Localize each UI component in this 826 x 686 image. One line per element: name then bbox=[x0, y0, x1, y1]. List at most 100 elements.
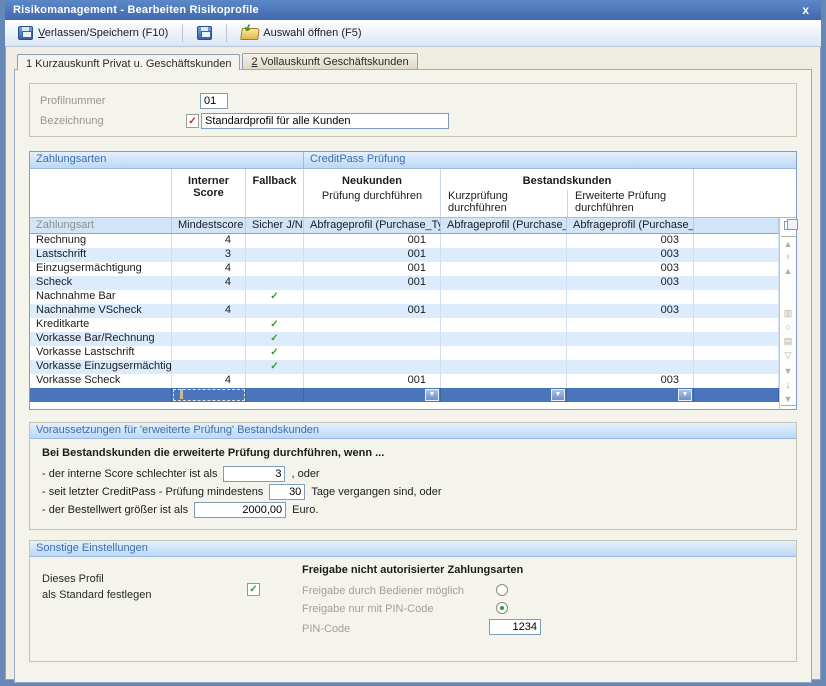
cell-sicher-jn[interactable] bbox=[246, 262, 304, 276]
cell-abfrage-neu[interactable] bbox=[304, 290, 441, 304]
cell-abfrage-neu[interactable] bbox=[304, 332, 441, 346]
move-down-icon[interactable]: ↓ bbox=[781, 378, 796, 392]
cell-abfrage-kurz[interactable] bbox=[441, 234, 567, 248]
cell-abfrage-neu[interactable]: 001 bbox=[304, 304, 441, 318]
cell-zahlungsart[interactable]: Einzugsermächtigung bbox=[30, 262, 172, 276]
cell-sicher-jn[interactable]: ✓ bbox=[246, 290, 304, 304]
cell-abfrage-erw[interactable]: 003 bbox=[567, 234, 694, 248]
cell-abfrage-kurz[interactable]: ▼ bbox=[441, 388, 567, 402]
cell-mindestscore[interactable] bbox=[172, 360, 246, 374]
cell-zahlungsart[interactable]: Vorkasse Scheck bbox=[30, 374, 172, 388]
cell-filler[interactable] bbox=[694, 318, 779, 332]
cell-mindestscore[interactable] bbox=[172, 318, 246, 332]
cell-abfrage-kurz[interactable] bbox=[441, 248, 567, 262]
cell-mindestscore[interactable] bbox=[172, 388, 246, 402]
cell-zahlungsart[interactable]: Nachnahme VScheck bbox=[30, 304, 172, 318]
cell-abfrage-erw[interactable] bbox=[567, 332, 694, 346]
cell-zahlungsart[interactable] bbox=[30, 388, 172, 402]
option-bediener-radio[interactable] bbox=[496, 584, 508, 596]
cell-abfrage-kurz[interactable] bbox=[441, 360, 567, 374]
cell-filler[interactable] bbox=[694, 248, 779, 262]
cell-filler[interactable] bbox=[694, 346, 779, 360]
cell-filler[interactable] bbox=[694, 234, 779, 248]
cell-abfrage-kurz[interactable] bbox=[441, 318, 567, 332]
copy-icon[interactable] bbox=[784, 221, 793, 230]
default-profile-checkbox[interactable]: ✓ bbox=[247, 583, 260, 596]
dropdown-button[interactable]: ▼ bbox=[551, 389, 565, 401]
table-row[interactable]: Nachnahme Bar ✓ bbox=[30, 290, 779, 304]
option-pin-radio[interactable] bbox=[496, 602, 508, 614]
search-icon[interactable]: ○ bbox=[781, 320, 796, 334]
cell-abfrage-erw[interactable]: 003 bbox=[567, 262, 694, 276]
cell-abfrage-neu[interactable]: 001 bbox=[304, 262, 441, 276]
cell-abfrage-erw[interactable]: 003 bbox=[567, 374, 694, 388]
table-row[interactable]: Lastschrift3 001 003 bbox=[30, 248, 779, 262]
save-exit-button[interactable]: Verlassen/Speichern (F10) bbox=[11, 23, 175, 43]
cell-sicher-jn[interactable] bbox=[246, 234, 304, 248]
cell-abfrage-neu[interactable]: 001 bbox=[304, 374, 441, 388]
cell-zahlungsart[interactable]: Lastschrift bbox=[30, 248, 172, 262]
cell-abfrage-neu[interactable]: 001 bbox=[304, 234, 441, 248]
cell-abfrage-kurz[interactable] bbox=[441, 304, 567, 318]
cell-abfrage-erw[interactable]: 003 bbox=[567, 304, 694, 318]
cell-mindestscore[interactable] bbox=[172, 290, 246, 304]
cell-zahlungsart[interactable]: Rechnung bbox=[30, 234, 172, 248]
cell-mindestscore[interactable] bbox=[172, 332, 246, 346]
cell-filler[interactable] bbox=[694, 360, 779, 374]
table-row[interactable]: Scheck4001003 bbox=[30, 276, 779, 290]
table-row[interactable]: Vorkasse Lastschrift✓ bbox=[30, 346, 779, 360]
table-row[interactable]: Rechnung4 001 003 bbox=[30, 234, 779, 248]
cell-zahlungsart[interactable]: Vorkasse Einzugsermächtigung bbox=[30, 360, 172, 374]
table-row[interactable]: Vorkasse Einzugsermächtigung ✓ bbox=[30, 360, 779, 374]
cell-abfrage-kurz[interactable] bbox=[441, 374, 567, 388]
cell-sicher-jn[interactable] bbox=[246, 304, 304, 318]
cell-mindestscore[interactable]: 4 bbox=[172, 304, 246, 318]
columns-icon[interactable]: ▥ bbox=[781, 306, 796, 320]
col-abfrageprofil-kurz[interactable]: Abfrageprofil (Purchase_Type) bbox=[441, 218, 567, 233]
cell-abfrage-kurz[interactable] bbox=[441, 332, 567, 346]
cell-filler[interactable] bbox=[694, 332, 779, 346]
cell-abfrage-kurz[interactable] bbox=[441, 290, 567, 304]
cell-abfrage-erw[interactable]: 003 bbox=[567, 248, 694, 262]
col-abfrageprofil-neu[interactable]: Abfrageprofil (Purchase_Type) bbox=[304, 218, 441, 233]
table-row[interactable]: ▼▼▼ bbox=[30, 388, 779, 402]
condition-score-input[interactable] bbox=[223, 466, 285, 482]
cell-sicher-jn[interactable] bbox=[246, 388, 304, 402]
cell-sicher-jn[interactable] bbox=[246, 374, 304, 388]
profilnummer-input[interactable] bbox=[200, 93, 228, 109]
col-sicher-jn[interactable]: Sicher J/N bbox=[246, 218, 304, 233]
condition-amount-input[interactable] bbox=[194, 502, 286, 518]
cell-sicher-jn[interactable] bbox=[246, 276, 304, 290]
cell-abfrage-neu[interactable]: 001 bbox=[304, 248, 441, 262]
cell-abfrage-erw[interactable]: ▼ bbox=[567, 388, 694, 402]
cell-abfrage-kurz[interactable] bbox=[441, 276, 567, 290]
cell-abfrage-erw[interactable] bbox=[567, 360, 694, 374]
cell-filler[interactable] bbox=[694, 304, 779, 318]
cell-abfrage-neu[interactable] bbox=[304, 360, 441, 374]
table-row[interactable]: Vorkasse Scheck4001003 bbox=[30, 374, 779, 388]
table-row[interactable]: Nachnahme VScheck4 001 003 bbox=[30, 304, 779, 318]
cell-zahlungsart[interactable]: Vorkasse Bar/Rechnung bbox=[30, 332, 172, 346]
cell-filler[interactable] bbox=[694, 290, 779, 304]
condition-days-input[interactable] bbox=[269, 484, 305, 500]
cell-filler[interactable] bbox=[694, 276, 779, 290]
table-row[interactable]: Kreditkarte✓ bbox=[30, 318, 779, 332]
cell-filler[interactable] bbox=[694, 262, 779, 276]
cell-mindestscore[interactable]: 3 bbox=[172, 248, 246, 262]
cell-abfrage-kurz[interactable] bbox=[441, 262, 567, 276]
cell-mindestscore[interactable]: 4 bbox=[172, 234, 246, 248]
cell-sicher-jn[interactable]: ✓ bbox=[246, 318, 304, 332]
col-zahlungsart[interactable]: Zahlungsart bbox=[30, 218, 172, 233]
cell-zahlungsart[interactable]: Scheck bbox=[30, 276, 172, 290]
list-icon[interactable]: ▤ bbox=[781, 334, 796, 348]
dropdown-button[interactable]: ▼ bbox=[425, 389, 439, 401]
cell-filler[interactable] bbox=[694, 374, 779, 388]
col-mindestscore[interactable]: Mindestscore bbox=[172, 218, 246, 233]
cell-sicher-jn[interactable]: ✓ bbox=[246, 360, 304, 374]
cell-abfrage-erw[interactable] bbox=[567, 290, 694, 304]
cell-abfrage-neu[interactable] bbox=[304, 346, 441, 360]
cell-abfrage-neu[interactable]: ▼ bbox=[304, 388, 441, 402]
cell-sicher-jn[interactable] bbox=[246, 248, 304, 262]
cell-mindestscore[interactable]: 4 bbox=[172, 276, 246, 290]
cell-zahlungsart[interactable]: Nachnahme Bar bbox=[30, 290, 172, 304]
